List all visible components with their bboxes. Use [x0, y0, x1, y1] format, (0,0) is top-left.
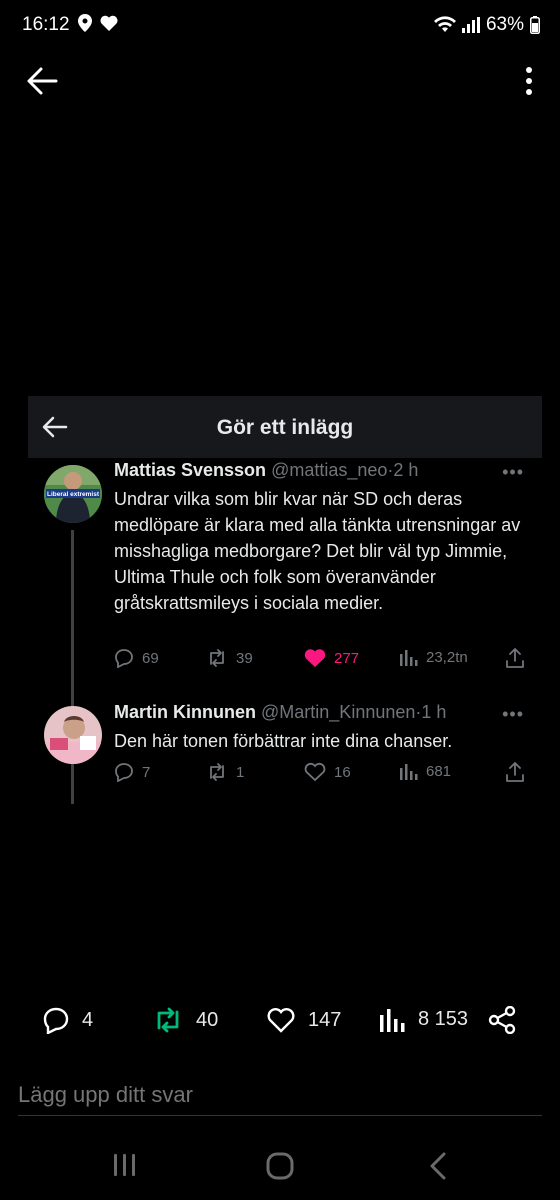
retweet-count: 40	[196, 1008, 219, 1031]
back-nav-icon[interactable]	[428, 1152, 448, 1180]
recent-apps-icon[interactable]	[112, 1152, 138, 1178]
location-icon	[78, 14, 92, 32]
tweet-actions: 69 39 277 23,2tn	[114, 648, 526, 674]
signal-icon	[461, 17, 480, 33]
status-time: 16:12	[22, 14, 70, 35]
heart-icon	[100, 15, 118, 31]
reply-icon	[43, 1007, 69, 1034]
avatar: Liberal extremist	[44, 465, 102, 523]
reply-icon	[115, 649, 133, 668]
views-icon	[400, 764, 418, 780]
avatar-image: Liberal extremist	[44, 465, 102, 523]
wifi-icon	[433, 16, 456, 32]
tweet-more-icon: •••	[502, 704, 524, 724]
tweet-item: Liberal extremist Mattias Svensson @matt…	[28, 460, 542, 770]
embedded-screenshot: Gör ett inlägg Liberal extremist Mattias…	[28, 396, 542, 816]
reply-icon	[115, 763, 133, 782]
like-count: 16	[334, 763, 351, 781]
tweet-age: 2 h	[393, 460, 419, 480]
tweet-text: Den här tonen förbättrar inte dina chans…	[114, 731, 453, 751]
reply-input[interactable]	[18, 1074, 542, 1116]
top-bar	[0, 58, 560, 104]
retweet-count: 39	[236, 649, 253, 667]
views-button[interactable]: 8 153	[380, 1006, 468, 1032]
retweet-icon	[210, 763, 224, 781]
tweet-header: Mattias Svensson @mattias_neo·2 h	[114, 460, 418, 481]
retweet-count: 1	[236, 763, 245, 781]
views-icon	[380, 1009, 405, 1032]
thread-line	[71, 770, 74, 804]
views-count: 23,2tn	[426, 648, 468, 666]
embedded-header: Gör ett inlägg	[28, 396, 542, 458]
like-count: 277	[334, 649, 360, 667]
like-button[interactable]: 147	[266, 1006, 341, 1034]
back-arrow-icon[interactable]	[26, 66, 58, 96]
tweet-age: 1 h	[421, 702, 447, 722]
tweet-header: Martin Kinnunen @Martin_Kinnunen·1 h	[114, 702, 446, 723]
share-icon	[506, 762, 524, 782]
reply-count: 7	[142, 763, 151, 781]
share-icon	[506, 648, 524, 668]
reply-count: 69	[142, 649, 159, 667]
author-handle: @mattias_neo	[271, 460, 388, 480]
tweet-item: Martin Kinnunen @Martin_Kinnunen·1 h •••…	[28, 702, 542, 804]
avatar-text: Liberal extremist	[47, 491, 100, 498]
author-name: Martin Kinnunen	[114, 702, 256, 722]
views-count: 681	[426, 762, 452, 780]
author-name: Mattias Svensson	[114, 460, 267, 480]
like-icon	[304, 762, 326, 782]
battery-percent: 63%	[485, 14, 524, 35]
reply-button[interactable]: 4	[42, 1006, 93, 1034]
like-icon-filled	[304, 649, 326, 667]
more-options-icon[interactable]	[524, 66, 534, 96]
retweet-icon	[157, 1007, 179, 1033]
status-bar: 16:12 63%	[0, 0, 560, 50]
share-button[interactable]	[488, 1006, 516, 1034]
post-actions-bar: 4 40 147 8 153	[0, 1002, 560, 1042]
retweet-button[interactable]: 40	[152, 1006, 218, 1034]
reply-count: 4	[82, 1008, 94, 1031]
tweet-text: Undrar vilka som blir kvar när SD och de…	[114, 489, 521, 613]
avatar	[44, 706, 102, 764]
like-count: 147	[308, 1008, 342, 1031]
battery-icon	[530, 16, 540, 34]
views-count: 8 153	[418, 1007, 469, 1030]
home-icon[interactable]	[266, 1152, 294, 1180]
share-icon	[488, 1006, 516, 1034]
system-nav-bar	[0, 1140, 560, 1190]
like-icon	[267, 1008, 295, 1033]
embedded-title: Gör ett inlägg	[216, 416, 354, 439]
views-icon	[400, 650, 418, 666]
retweet-icon	[210, 649, 224, 667]
avatar-image	[44, 706, 102, 764]
tweet-actions: 7 1 16 681	[114, 762, 526, 788]
tweet-more-icon: •••	[502, 462, 524, 482]
author-handle: @Martin_Kinnunen	[261, 702, 416, 722]
